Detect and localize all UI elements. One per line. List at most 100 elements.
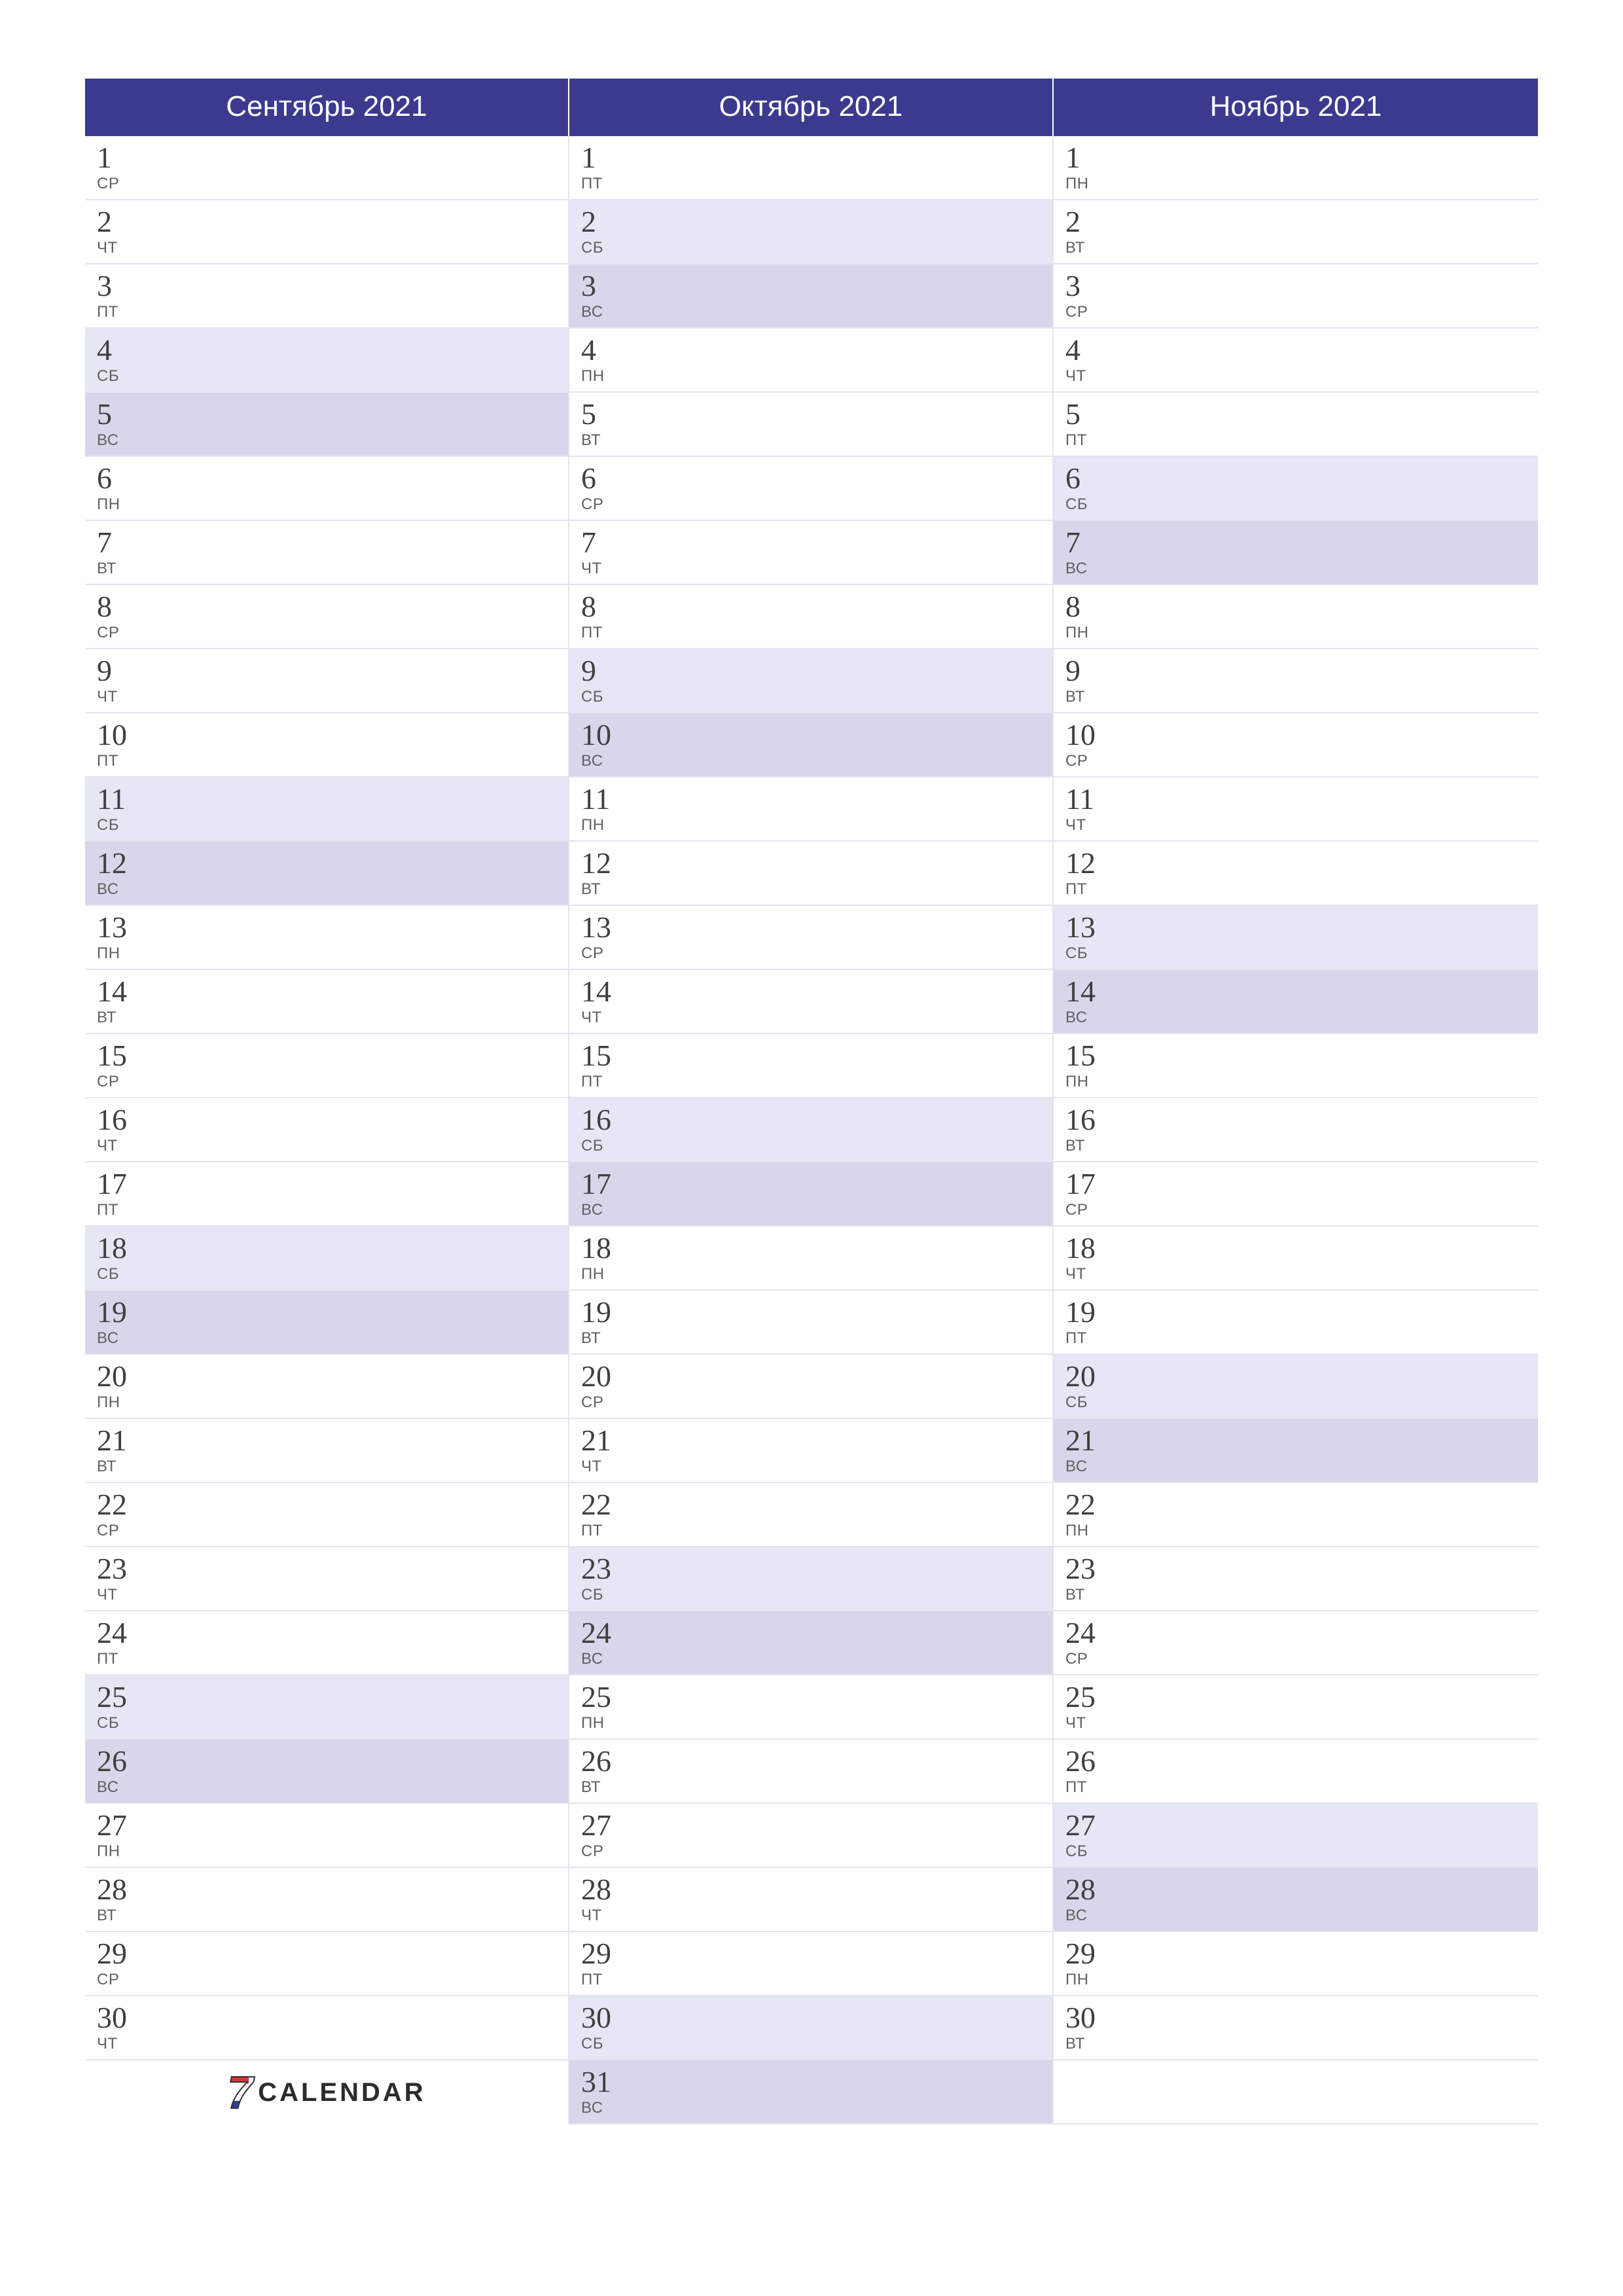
day-number: 6	[1065, 463, 1538, 494]
day-of-week-label: СБ	[581, 1137, 1052, 1155]
day-of-week-label: СБ	[1065, 944, 1538, 963]
day-cell: 12ПТ	[1054, 842, 1538, 906]
day-cell: 20СР	[569, 1355, 1054, 1419]
day-number: 2	[1065, 206, 1538, 238]
day-of-week-label: ПН	[1065, 624, 1538, 642]
day-number: 18	[1065, 1232, 1538, 1264]
day-of-week-label: ПТ	[581, 1971, 1052, 1989]
day-of-week-label: ПТ	[97, 1650, 568, 1668]
day-cell: 1СР	[85, 136, 569, 200]
day-cell: 16ВТ	[1054, 1098, 1538, 1162]
month-header: Октябрь 2021	[569, 79, 1054, 136]
day-of-week-label: ЧТ	[1065, 1714, 1538, 1732]
day-number: 10	[581, 719, 1052, 751]
day-of-week-label: ВТ	[97, 560, 568, 578]
day-number: 18	[581, 1232, 1052, 1264]
day-of-week-label: ПТ	[581, 624, 1052, 642]
month-columns: Сентябрь 20211СР2ЧТ3ПТ4СБ5ВС6ПН7ВТ8СР9ЧТ…	[85, 79, 1538, 2125]
day-of-week-label: ПН	[97, 944, 568, 963]
day-of-week-label: ВС	[581, 1650, 1052, 1668]
calendar-planner: Сентябрь 20211СР2ЧТ3ПТ4СБ5ВС6ПН7ВТ8СР9ЧТ…	[85, 79, 1538, 2217]
day-cell: 19ВС	[85, 1291, 569, 1355]
day-of-week-label: СБ	[97, 816, 568, 834]
day-cell: 22ПН	[1054, 1483, 1538, 1547]
day-number: 23	[581, 1553, 1052, 1585]
day-cell: 10СР	[1054, 713, 1538, 778]
day-cell: 6СБ	[1054, 457, 1538, 521]
day-number: 26	[581, 1746, 1052, 1777]
day-number: 28	[1065, 1874, 1538, 1905]
day-number: 19	[1065, 1297, 1538, 1328]
day-cell: 11ПН	[569, 778, 1054, 842]
day-cell: 3ВС	[569, 264, 1054, 329]
day-number: 1	[1065, 142, 1538, 173]
day-of-week-label: ВС	[581, 752, 1052, 770]
day-cell: 9ЧТ	[85, 649, 569, 713]
day-of-week-label: ЧТ	[97, 2035, 568, 2053]
day-of-week-label: ВС	[97, 1778, 568, 1797]
day-cell: 17ПТ	[85, 1162, 569, 1227]
day-of-week-label: СБ	[581, 1586, 1052, 1604]
day-number: 22	[581, 1489, 1052, 1520]
day-cell: 18ПН	[569, 1227, 1054, 1291]
day-of-week-label: ВС	[97, 1329, 568, 1348]
day-cell: 21ВС	[1054, 1419, 1538, 1483]
day-cell: 21ВТ	[85, 1419, 569, 1483]
day-number: 17	[97, 1168, 568, 1200]
day-cell: 14ВТ	[85, 970, 569, 1034]
day-of-week-label: СР	[97, 1073, 568, 1091]
month-column: Ноябрь 20211ПН2ВТ3СР4ЧТ5ПТ6СБ7ВС8ПН9ВТ10…	[1054, 79, 1538, 2125]
day-number: 16	[1065, 1104, 1538, 1136]
day-cell: 29ПН	[1054, 1932, 1538, 1996]
day-cell: 25СБ	[85, 1676, 569, 1740]
day-cell: 24СР	[1054, 1611, 1538, 1676]
day-of-week-label: ПН	[97, 495, 568, 514]
day-of-week-label: СР	[1065, 1650, 1538, 1668]
day-number: 27	[97, 1810, 568, 1841]
day-cell: 22 СР	[85, 1483, 569, 1547]
day-number: 25	[1065, 1681, 1538, 1713]
day-number: 20	[1065, 1361, 1538, 1392]
day-of-week-label: СР	[97, 1971, 568, 1989]
day-number: 3	[1065, 270, 1538, 302]
day-number: 7	[97, 527, 568, 558]
day-number: 13	[97, 912, 568, 943]
day-of-week-label: СР	[97, 1522, 568, 1540]
day-cell: 5ВС	[85, 393, 569, 457]
day-of-week-label: СР	[1065, 303, 1538, 321]
day-of-week-label: ЧТ	[581, 1907, 1052, 1925]
day-number: 22	[97, 1489, 568, 1520]
day-number: 27	[581, 1810, 1052, 1841]
day-cell: 23ЧТ	[85, 1547, 569, 1611]
day-number: 9	[97, 655, 568, 687]
day-of-week-label: ВТ	[97, 1458, 568, 1476]
day-cell: 7 ВТ	[85, 521, 569, 585]
day-of-week-label: ВС	[1065, 1458, 1538, 1476]
day-cell: 19ВТ	[569, 1291, 1054, 1355]
day-number: 7	[581, 527, 1052, 558]
day-of-week-label: СБ	[1065, 495, 1538, 514]
day-of-week-label: ПН	[1065, 1522, 1538, 1540]
day-of-week-label: СР	[581, 944, 1052, 963]
day-number: 28	[97, 1874, 568, 1905]
day-of-week-label: ЧТ	[581, 1009, 1052, 1027]
day-of-week-label: ВС	[97, 880, 568, 899]
day-number: 12	[97, 848, 568, 879]
day-cell: 18СБ	[85, 1227, 569, 1291]
day-of-week-label: ВС	[1065, 1907, 1538, 1925]
day-number: 7	[1065, 527, 1538, 558]
day-cell: 11СБ	[85, 778, 569, 842]
day-number: 27	[1065, 1810, 1538, 1841]
day-of-week-label: ВТ	[1065, 1586, 1538, 1604]
day-of-week-label: ПН	[97, 1393, 568, 1412]
day-cell: 27СР	[569, 1804, 1054, 1868]
day-cell: 16ЧТ	[85, 1098, 569, 1162]
day-of-week-label: ВС	[581, 303, 1052, 321]
day-number: 17	[581, 1168, 1052, 1200]
day-of-week-label: ВС	[581, 2099, 1052, 2117]
day-number: 5	[1065, 399, 1538, 430]
day-of-week-label: ПТ	[1065, 880, 1538, 899]
day-number: 1	[97, 142, 568, 173]
day-number: 12	[581, 848, 1052, 879]
day-cell: 8ПТ	[569, 585, 1054, 649]
